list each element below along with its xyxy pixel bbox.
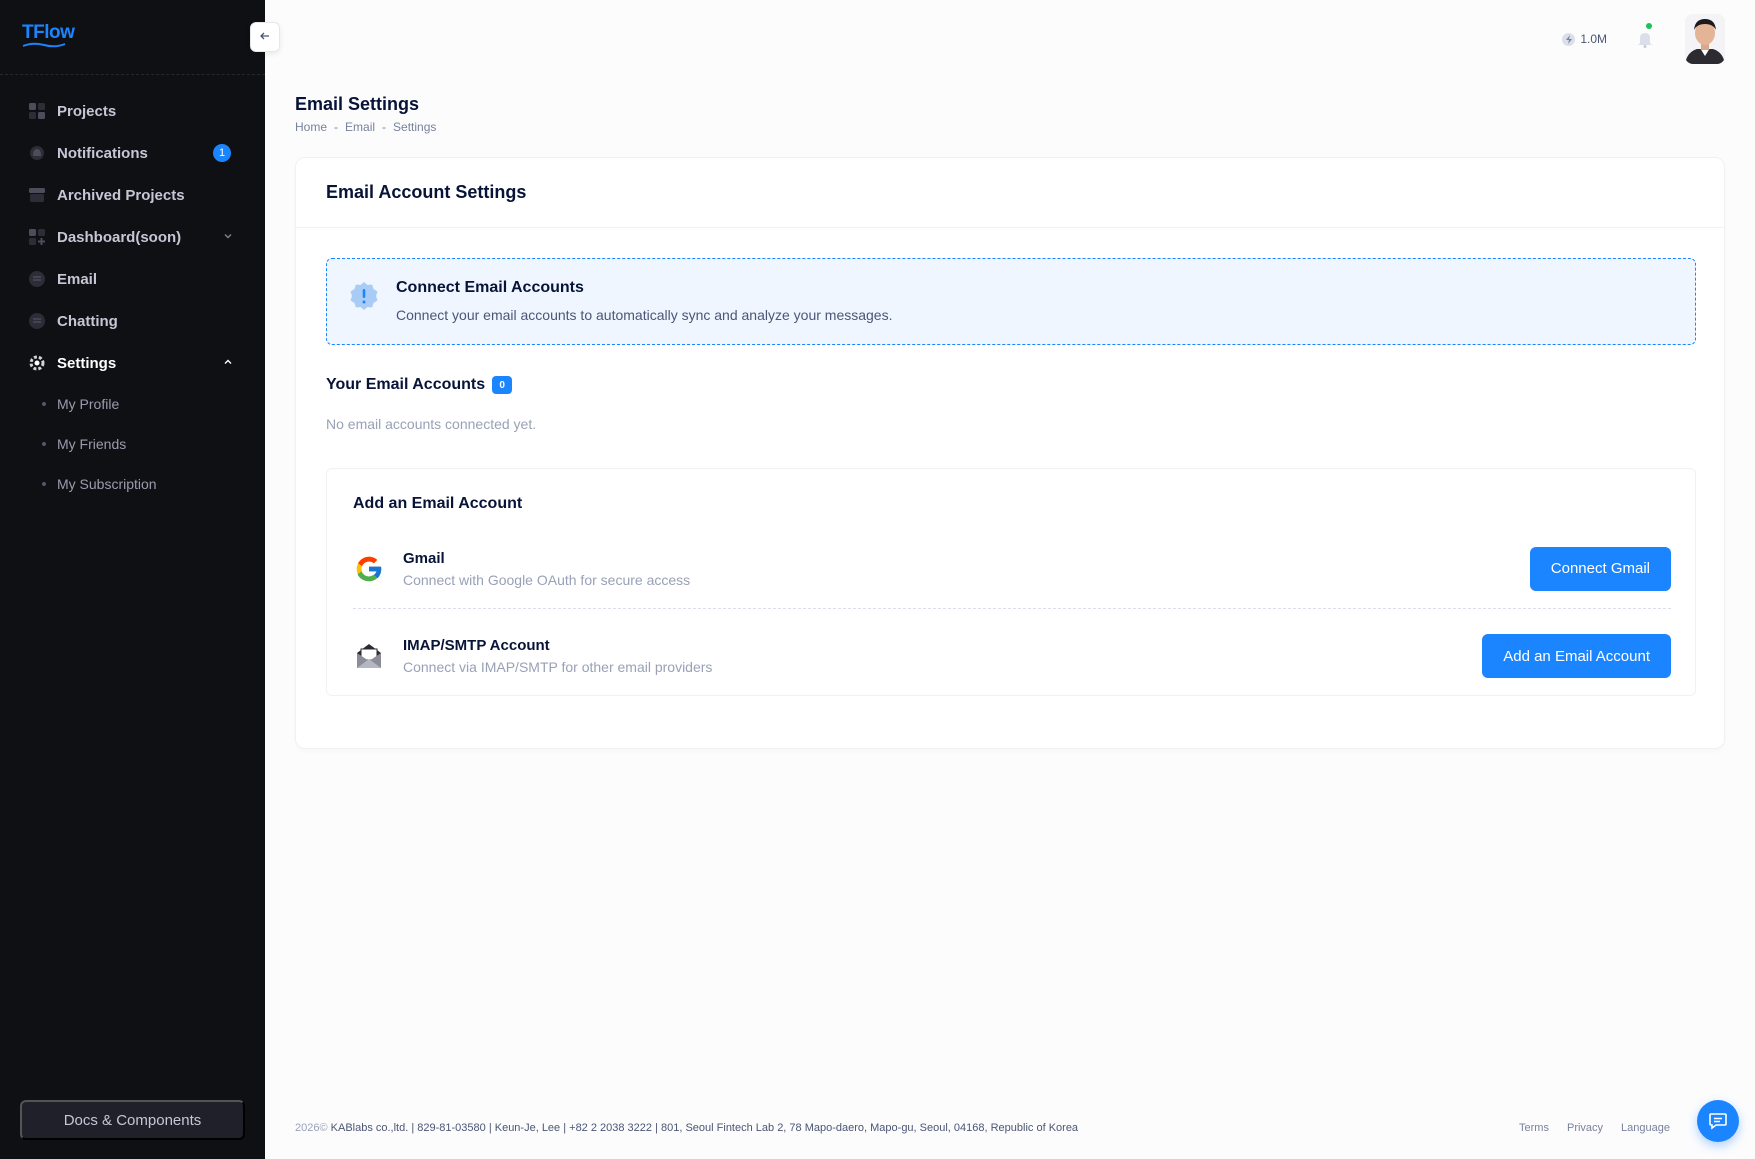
sidebar: TFlow Projects Notifications 1 Archived … [0,0,265,1159]
chat-bubble-icon [1709,1113,1727,1130]
logo[interactable]: TFlow [22,22,75,44]
provider-name: IMAP/SMTP Account [403,637,550,654]
docs-components-button[interactable]: Docs & Components [20,1100,245,1140]
sidebar-subitem-label: My Subscription [57,476,157,492]
credits-indicator[interactable]: 1.0M [1562,32,1607,46]
sidebar-item-label: Settings [57,354,117,372]
email-accounts-heading: Your Email Accounts 0 [326,376,513,394]
sidebar-item-label: Archived Projects [57,186,185,204]
bell-icon [1638,33,1652,48]
breadcrumb-separator: - [382,120,387,134]
sidebar-collapse-button[interactable] [250,22,280,52]
footer-link-terms[interactable]: Terms [1519,1122,1549,1134]
footer-link-language[interactable]: Language [1621,1122,1670,1134]
sidebar-item-notifications[interactable]: Notifications 1 [0,132,265,174]
sidebar-item-label: Notifications [57,144,148,162]
online-dot-icon [1646,23,1652,29]
empty-accounts-message: No email accounts connected yet. [326,416,537,432]
sidebar-item-label: Chatting [57,312,118,330]
sidebar-item-label: Projects [57,102,117,120]
sidebar-subitem-label: My Profile [57,396,120,412]
footer-info: 2026© KABlabs co.,ltd. | 829-81-03580 | … [295,1122,1078,1134]
provider-description: Connect with Google OAuth for secure acc… [403,571,691,588]
notice-title: Connect Email Accounts [396,279,584,296]
footer-links: Terms Privacy Language [1501,1122,1670,1134]
sidebar-subitem-my-profile[interactable]: My Profile [0,384,265,424]
sidebar-item-email[interactable]: Email [0,258,265,300]
bullet-icon [42,482,46,486]
sidebar-item-label: Dashboard(soon) [57,228,182,246]
breadcrumb: Home - Email - Settings [295,120,436,134]
page-title: Email Settings [295,94,420,114]
add-account-title: Add an Email Account [353,495,523,512]
avatar[interactable] [1685,14,1725,64]
logo-wave-icon [22,42,66,48]
email-accounts-count-badge: 0 [492,376,513,394]
notifications-button[interactable] [1635,23,1655,49]
chat-support-button[interactable] [1697,1100,1739,1142]
chevron-down-icon [223,231,233,244]
sidebar-subitem-my-subscription[interactable]: My Subscription [0,464,265,504]
add-email-account-panel: Add an Email Account Gmail Connect with … [326,468,1696,696]
gear-icon [28,354,46,372]
breadcrumb-separator: - [334,120,339,134]
provider-row-imap: IMAP/SMTP Account Connect via IMAP/SMTP … [353,616,1671,696]
card-title: Email Account Settings [296,158,1724,228]
breadcrumb-email[interactable]: Email [345,120,375,134]
footer-link-privacy[interactable]: Privacy [1567,1122,1603,1134]
header-toolbar: 1.0M [1562,14,1725,64]
notice-description: Connect your email accounts to automatic… [396,307,893,323]
footer-year: 2026© [295,1122,328,1134]
sidebar-item-dashboard[interactable]: Dashboard(soon) [0,216,265,258]
arrow-left-icon [259,29,271,45]
sidebar-item-projects[interactable]: Projects [0,90,265,132]
sidebar-subitem-my-friends[interactable]: My Friends [0,424,265,464]
provider-text: IMAP/SMTP Account Connect via IMAP/SMTP … [403,637,1482,675]
sidebar-item-chatting[interactable]: Chatting [0,300,265,342]
breadcrumb-settings: Settings [393,120,437,134]
envelope-icon [353,640,385,672]
bullet-icon [42,402,46,406]
connect-notice: Connect Email Accounts Connect your emai… [326,258,1696,345]
provider-text: Gmail Connect with Google OAuth for secu… [403,550,1530,588]
sidebar-item-label: Email [57,270,98,288]
bullet-icon [42,442,46,446]
breadcrumb-home[interactable]: Home [295,120,327,134]
sidebar-logo-row: TFlow [0,0,265,75]
sidebar-menu: Projects Notifications 1 Archived Projec… [0,90,265,504]
archive-icon [28,186,46,204]
footer-company: KABlabs co.,ltd. | 829-81-03580 | Keun-J… [330,1122,1079,1134]
provider-name: Gmail [403,549,445,567]
provider-description: Connect via IMAP/SMTP for other email pr… [403,659,713,675]
info-badge-icon [349,281,379,311]
grid-icon [28,102,46,120]
bolt-icon [1562,32,1576,46]
notification-count-badge: 1 [213,144,231,162]
provider-row-gmail: Gmail Connect with Google OAuth for secu… [353,529,1671,609]
bell-icon [28,144,46,162]
email-settings-card: Email Account Settings Connect Email Acc… [295,157,1725,749]
connect-gmail-button[interactable]: Connect Gmail [1529,546,1671,591]
sidebar-item-archived-projects[interactable]: Archived Projects [0,174,265,216]
dashboard-icon [28,228,46,246]
add-email-account-button[interactable]: Add an Email Account [1482,634,1671,678]
sidebar-item-settings[interactable]: Settings [0,342,265,384]
google-icon [353,553,385,585]
credits-value: 1.0M [1580,32,1607,46]
sidebar-subitem-label: My Friends [57,436,127,452]
email-accounts-title: Your Email Accounts [326,376,486,393]
chat-icon [28,312,46,330]
chevron-up-icon [223,357,233,370]
message-icon [28,270,46,288]
